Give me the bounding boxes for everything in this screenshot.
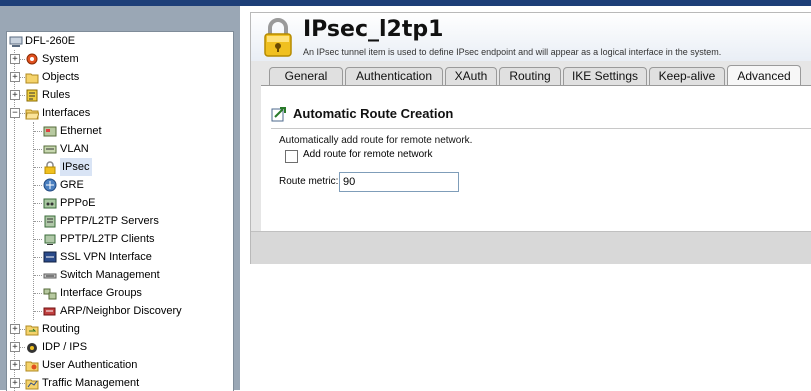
lock-icon — [264, 18, 292, 57]
sidebar-item-label: Routing — [42, 323, 80, 335]
tab-keep-alive[interactable]: Keep-alive — [649, 67, 725, 85]
sidebar-item-ethernet[interactable]: Ethernet — [7, 122, 233, 140]
sidebar-item-ssl-vpn-interface[interactable]: SSL VPN Interface — [7, 248, 233, 266]
sidebar-item-label: IPsec — [60, 158, 92, 176]
idp-icon — [27, 343, 37, 353]
tab-xauth[interactable]: XAuth — [445, 67, 497, 85]
routing-icon — [25, 325, 39, 336]
sidebar-item-label: Switch Management — [60, 269, 160, 281]
sidebar-item-label: User Authentication — [42, 359, 138, 371]
arp-icon — [43, 307, 56, 316]
sidebar-item-rules[interactable]: + Rules — [7, 86, 233, 104]
sidebar-item-traffic-management[interactable]: + Traffic Management — [7, 374, 233, 391]
sidebar-item-label: Traffic Management — [42, 377, 140, 389]
server-icon — [44, 215, 56, 228]
sidebar-item-label: ARP/Neighbor Discovery — [60, 305, 182, 317]
page-subtitle: An IPsec tunnel item is used to define I… — [303, 47, 722, 57]
route-metric-label: Route metric: — [279, 176, 339, 187]
section-title: Automatic Route Creation — [293, 106, 454, 121]
client-icon — [44, 234, 56, 245]
sidebar-item-ipsec[interactable]: IPsec — [7, 158, 233, 176]
group-icon — [43, 288, 57, 300]
expander-icon[interactable]: + — [10, 378, 20, 388]
sidebar-item-label: Ethernet — [60, 125, 102, 137]
sidebar-item-vlan[interactable]: VLAN — [7, 140, 233, 158]
device-icon — [9, 36, 23, 47]
route-icon — [271, 107, 286, 122]
add-route-checkbox[interactable] — [285, 150, 298, 163]
expander-icon[interactable]: + — [10, 342, 20, 352]
ipsec-properties-panel: IPsec_l2tp1 An IPsec tunnel item is used… — [250, 12, 811, 264]
page-title: IPsec_l2tp1 — [303, 17, 444, 42]
sidebar-item-label: GRE — [60, 179, 84, 191]
sidebar-item-interface-groups[interactable]: Interface Groups — [7, 284, 233, 302]
switch-icon — [43, 273, 57, 279]
sidebar-item-label: Rules — [42, 89, 71, 101]
tab-authentication[interactable]: Authentication — [345, 67, 443, 85]
add-route-label: Add route for remote network — [303, 149, 433, 160]
tab-general[interactable]: General — [269, 67, 343, 85]
sidebar-item-label: SSL VPN Interface — [60, 251, 152, 263]
sidebar-item-pppoe[interactable]: PPPoE — [7, 194, 233, 212]
tab-advanced[interactable]: Advanced — [727, 65, 801, 86]
section-description: Automatically add route for remote netwo… — [279, 135, 473, 146]
tab-content: Automatic Route Creation Automatically a… — [261, 85, 811, 232]
panel-header: IPsec_l2tp1 An IPsec tunnel item is used… — [251, 13, 811, 61]
folder-icon — [25, 73, 39, 84]
sidebar-item-label: Interfaces — [42, 107, 91, 119]
lock-icon — [44, 161, 56, 174]
gre-icon — [43, 178, 57, 192]
sidebar-item-label: Objects — [42, 71, 80, 83]
route-metric-input[interactable]: 90 — [339, 172, 459, 192]
button-bar — [251, 231, 811, 264]
sidebar-item-switch-management[interactable]: Switch Management — [7, 266, 233, 284]
sidebar-item-user-authentication[interactable]: + User Authentication — [7, 356, 233, 374]
user-auth-icon — [25, 361, 39, 372]
folder-open-icon — [25, 109, 39, 120]
section-divider — [271, 128, 811, 129]
expander-icon[interactable]: + — [10, 324, 20, 334]
sidebar-item-label: PPPoE — [60, 197, 96, 209]
traffic-icon — [25, 379, 39, 390]
sidebar-item-label: IDP / IPS — [42, 341, 88, 353]
sidebar-item-label: PPTP/L2TP Clients — [60, 233, 155, 245]
ethernet-icon — [43, 126, 57, 137]
sidebar-item-label: PPTP/L2TP Servers — [60, 215, 159, 227]
sidebar-item-interfaces[interactable]: − Interfaces — [7, 104, 233, 122]
sidebar-item-pptp-l2tp-clients[interactable]: PPTP/L2TP Clients — [7, 230, 233, 248]
expander-icon[interactable]: + — [10, 90, 20, 100]
sidebar-item-label: Interface Groups — [60, 287, 142, 299]
expander-icon[interactable]: + — [10, 72, 20, 82]
rules-icon — [26, 89, 38, 102]
pppoe-icon — [43, 198, 57, 209]
ssl-vpn-icon — [43, 251, 57, 263]
sidebar-item-routing[interactable]: + Routing — [7, 320, 233, 338]
sidebar-item-objects[interactable]: + Objects — [7, 68, 233, 86]
sidebar-item-label: System — [42, 53, 79, 65]
vlan-icon — [43, 145, 57, 154]
tab-routing[interactable]: Routing — [499, 67, 561, 85]
sidebar-item-arp-neighbor-discovery[interactable]: ARP/Neighbor Discovery — [7, 302, 233, 320]
tab-ike-settings[interactable]: IKE Settings — [563, 67, 647, 85]
sidebar-item-system[interactable]: + System — [7, 50, 233, 68]
sidebar-item-pptp-l2tp-servers[interactable]: PPTP/L2TP Servers — [7, 212, 233, 230]
system-icon — [26, 53, 38, 65]
tree-root[interactable]: DFL-260E — [7, 32, 233, 50]
expander-icon[interactable]: − — [10, 108, 20, 118]
sidebar-item-label: VLAN — [60, 143, 89, 155]
expander-icon[interactable]: + — [10, 54, 20, 64]
sidebar-item-idp-ips[interactable]: + IDP / IPS — [7, 338, 233, 356]
sidebar-item-gre[interactable]: GRE — [7, 176, 233, 194]
navigation-tree: DFL-260E + System + Objects + Rules − Interface… — [6, 31, 234, 391]
expander-icon[interactable]: + — [10, 360, 20, 370]
